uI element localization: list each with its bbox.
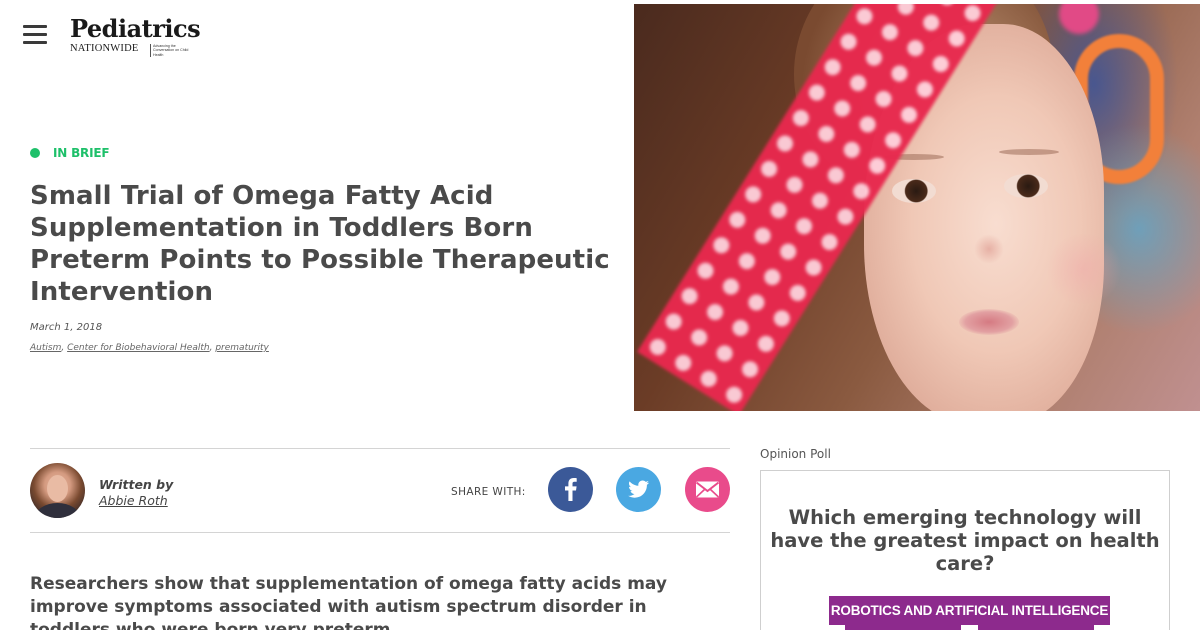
category-dot-icon (30, 148, 40, 158)
hero-nose (974, 234, 1004, 264)
hero-cheek (1044, 234, 1124, 304)
hero-image (634, 4, 1200, 411)
divider (30, 448, 730, 449)
article-tags: Autism, Center for Biobehavioral Health,… (30, 343, 269, 353)
article-date: March 1, 2018 (30, 322, 103, 333)
poll-widget: Which emerging technology will have the … (760, 470, 1170, 630)
written-by-label: Written by (99, 477, 174, 492)
share-facebook-button[interactable] (548, 467, 593, 512)
avatar-shirt (35, 503, 80, 518)
hero-toy-pink (1059, 4, 1099, 34)
category-label[interactable]: IN BRIEF (30, 146, 110, 160)
hero-mouth (959, 309, 1019, 335)
author-link[interactable]: Abbie Roth (99, 493, 168, 508)
hero-eye-left (892, 179, 936, 203)
logo-subtitle: NATIONWIDE (70, 43, 139, 54)
facebook-icon (565, 478, 577, 501)
site-logo[interactable]: Pediatrics NATIONWIDE Advancing the Conv… (70, 14, 201, 58)
share-twitter-button[interactable] (616, 467, 661, 512)
email-icon (695, 481, 720, 498)
article-title: Small Trial of Omega Fatty Acid Suppleme… (30, 181, 610, 307)
avatar-face (47, 475, 68, 502)
article-lead: Researchers show that supplementation of… (30, 574, 667, 630)
menu-bar (23, 33, 47, 36)
tag-link[interactable]: Autism (30, 343, 61, 353)
logo-tagline: Advancing the Conversation on Child Heal… (150, 44, 196, 57)
author-avatar (30, 463, 85, 518)
hero-brow-right (999, 149, 1059, 155)
twitter-icon (628, 480, 649, 498)
poll-option-button[interactable]: ROBOTICS AND ARTIFICIAL INTELLIGENCE (829, 596, 1110, 625)
poll-option-button[interactable] (845, 625, 961, 630)
poll-question: Which emerging technology will have the … (770, 506, 1160, 575)
poll-option-button[interactable] (978, 625, 1094, 630)
menu-bar (23, 41, 47, 44)
share-email-button[interactable] (685, 467, 730, 512)
tag-link[interactable]: prematurity (215, 343, 269, 353)
category-text: IN BRIEF (53, 146, 110, 160)
menu-bar (23, 25, 47, 28)
menu-icon[interactable] (23, 25, 47, 45)
poll-label: Opinion Poll (760, 447, 831, 461)
divider (30, 532, 730, 533)
hero-eye-right (1004, 174, 1048, 198)
tag-link[interactable]: Center for Biobehavioral Health (67, 343, 210, 353)
logo-wordmark: Pediatrics (70, 14, 201, 43)
share-label: SHARE WITH: (451, 486, 526, 498)
